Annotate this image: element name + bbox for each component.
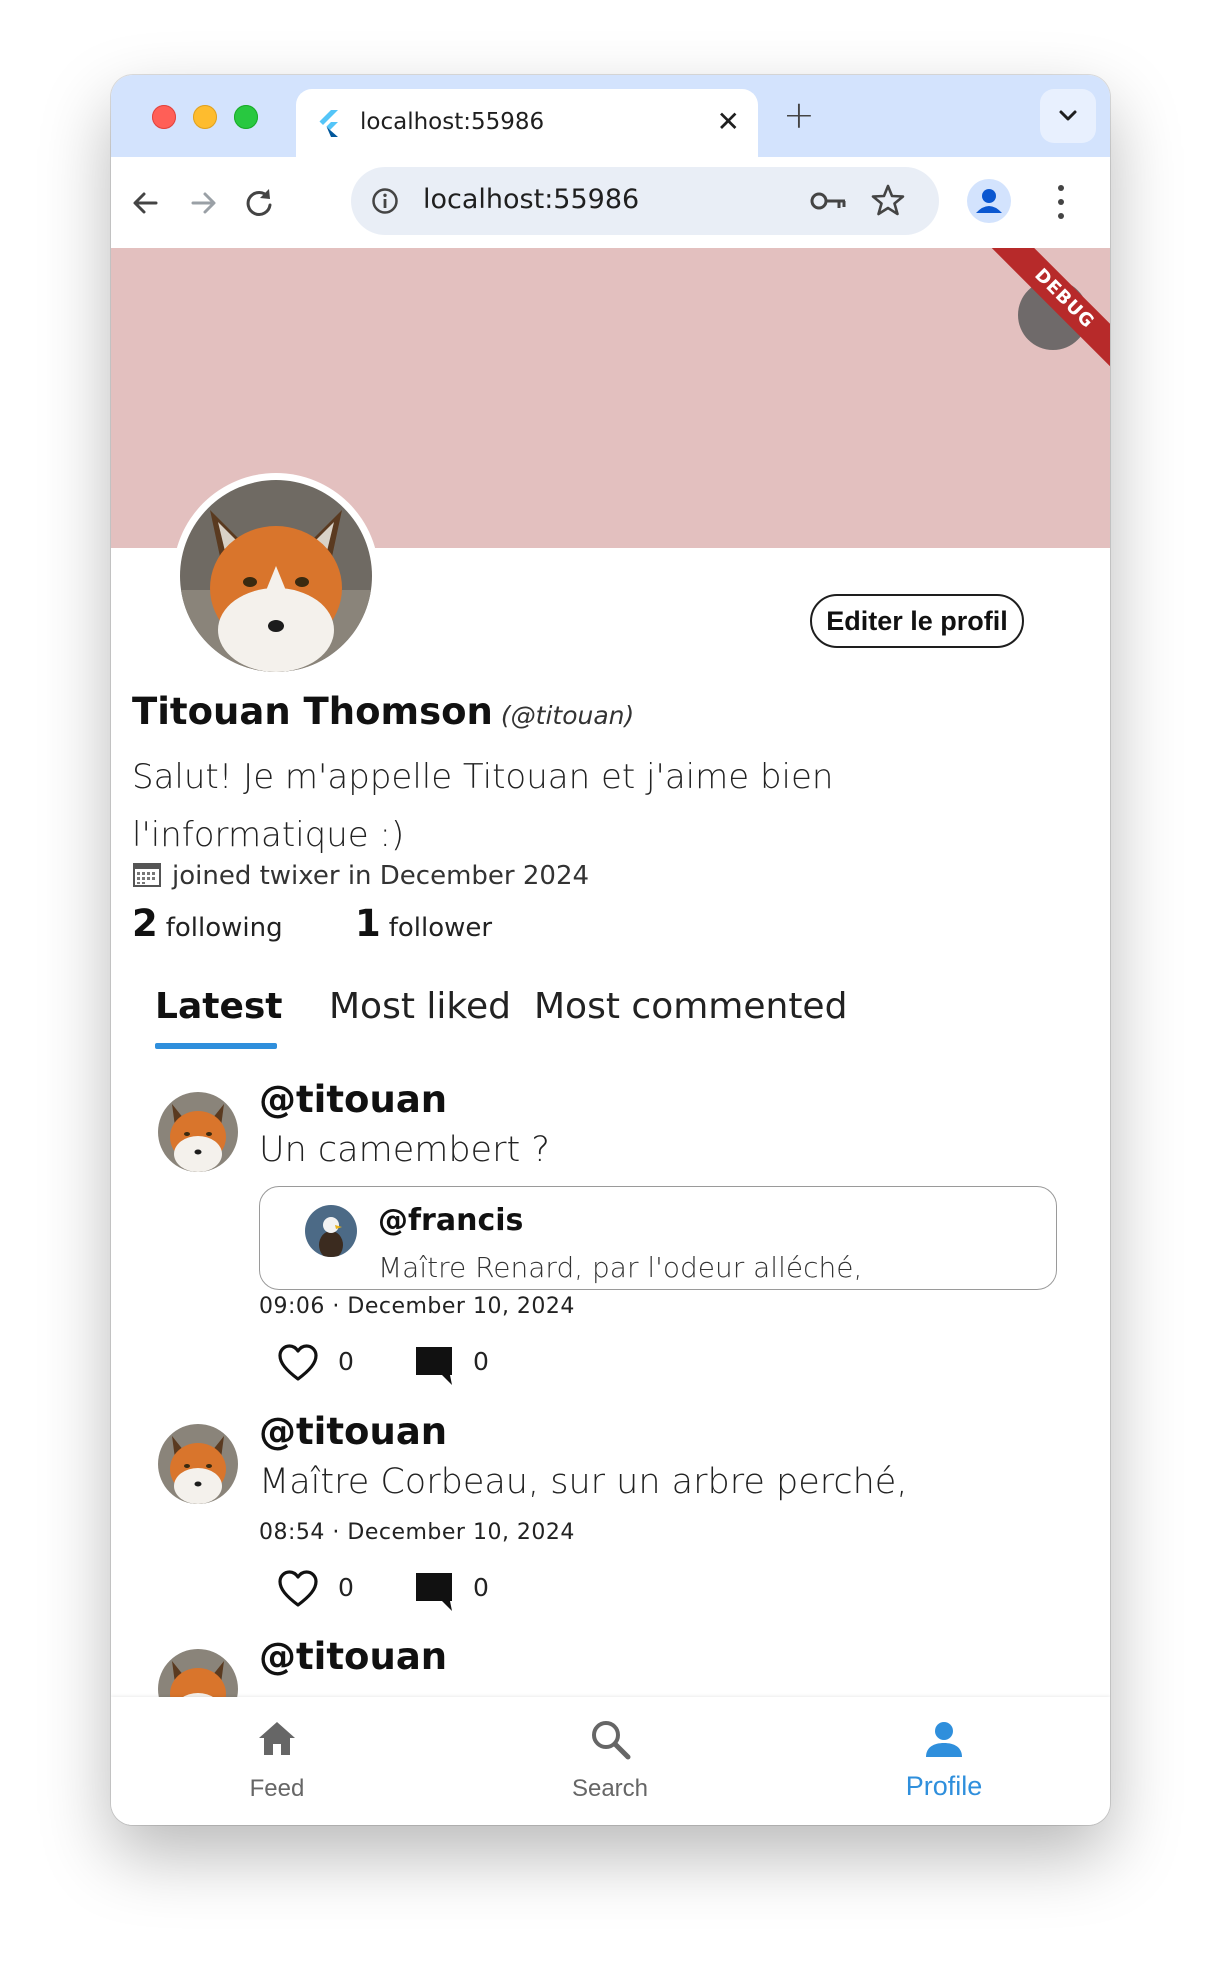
bookmark-star-icon[interactable] <box>871 183 905 217</box>
forward-arrow-icon[interactable] <box>183 183 223 223</box>
post-avatar[interactable] <box>158 1424 238 1504</box>
profile-avatar[interactable] <box>173 473 379 679</box>
comment-icon[interactable] <box>412 1343 456 1387</box>
tab-latest[interactable]: Latest <box>155 986 283 1027</box>
comment-count: 0 <box>473 1573 489 1602</box>
fox-avatar-image <box>158 1424 238 1504</box>
nav-search-label: Search <box>571 1775 649 1802</box>
maximize-window-button[interactable] <box>234 105 258 129</box>
profile-handle: (@titouan) <box>500 701 635 730</box>
quoted-text: Maître Renard, par l'odeur alléché, <box>378 1251 863 1284</box>
tab-search-button[interactable] <box>1040 89 1096 143</box>
joined-text: joined twixer in December 2024 <box>172 861 590 891</box>
heart-icon[interactable] <box>276 1567 320 1611</box>
profile-name-line: Titouan Thomson (@titouan) <box>132 690 634 733</box>
url-text[interactable]: localhost:55986 <box>423 184 639 215</box>
nav-search[interactable]: Search <box>510 1697 710 1825</box>
bottom-navigation: Feed Search Profile <box>111 1697 1110 1825</box>
tab-strip: localhost:55986 ✕ + <box>111 75 1110 157</box>
quoted-author-handle[interactable]: @francis <box>378 1203 523 1238</box>
post-author-handle[interactable]: @titouan <box>259 1635 447 1678</box>
key-icon[interactable] <box>809 187 849 215</box>
search-icon <box>592 1721 631 1760</box>
followers-stat[interactable]: 1 follower <box>355 902 492 945</box>
browser-profile-button[interactable] <box>967 179 1011 223</box>
browser-toolbar: localhost:55986 <box>111 157 1110 254</box>
post-text: Maître Corbeau, sur un arbre perché, <box>259 1462 908 1502</box>
active-tab-indicator <box>155 1043 277 1049</box>
joined-date-row: joined twixer in December 2024 <box>132 860 589 891</box>
nav-feed[interactable]: Feed <box>177 1697 377 1825</box>
nav-feed-label: Feed <box>249 1775 305 1802</box>
profile-bio: Salut! Je m'appelle Titouan et j'aime bi… <box>132 757 834 855</box>
post-avatar[interactable] <box>158 1092 238 1172</box>
app-viewport: DEBUG Editer le profil Titouan Thomson (@… <box>111 248 1110 1825</box>
following-label: following <box>165 913 283 943</box>
user-icon <box>976 189 1002 213</box>
post-author-handle[interactable]: @titouan <box>259 1410 447 1453</box>
minimize-window-button[interactable] <box>193 105 217 129</box>
back-arrow-icon[interactable] <box>126 183 166 223</box>
reload-icon[interactable] <box>239 183 279 223</box>
like-count: 0 <box>338 1347 354 1376</box>
browser-tab[interactable]: localhost:55986 ✕ <box>296 89 758 157</box>
browser-window: localhost:55986 ✕ + localhost:55986 DEBU… <box>111 75 1110 1825</box>
edit-profile-button[interactable]: Editer le profil <box>810 594 1024 648</box>
eagle-avatar-image <box>305 1205 357 1257</box>
tab-most-liked[interactable]: Most liked <box>329 986 511 1027</box>
close-window-button[interactable] <box>152 105 176 129</box>
fox-avatar-image <box>180 480 372 672</box>
new-tab-button[interactable]: + <box>783 95 815 135</box>
close-tab-icon[interactable]: ✕ <box>717 105 740 139</box>
quoted-post[interactable]: @francis Maître Renard, par l'odeur allé… <box>259 1186 1057 1290</box>
post-timestamp: 09:06 · December 10, 2024 <box>259 1294 575 1319</box>
address-bar[interactable]: localhost:55986 <box>351 167 939 235</box>
heart-icon[interactable] <box>276 1341 320 1385</box>
flutter-icon <box>319 110 338 137</box>
site-info-icon[interactable] <box>371 187 399 215</box>
profile-tabs: Latest Most liked Most commented <box>111 978 1110 1049</box>
tab-most-commented[interactable]: Most commented <box>534 986 847 1027</box>
comment-count: 0 <box>473 1347 489 1376</box>
post-text: Un camembert ? <box>259 1130 550 1170</box>
following-stat[interactable]: 2 following <box>132 902 283 945</box>
fox-avatar-image <box>158 1092 238 1172</box>
nav-profile-label: Profile <box>905 1771 983 1801</box>
followers-label: follower <box>388 913 493 943</box>
post-timestamp: 08:54 · December 10, 2024 <box>259 1520 575 1545</box>
person-icon <box>926 1722 962 1757</box>
calendar-icon <box>133 863 161 887</box>
quoted-avatar <box>305 1205 357 1257</box>
home-icon <box>259 1722 295 1755</box>
followers-count: 1 <box>355 902 381 945</box>
nav-profile[interactable]: Profile <box>844 1697 1044 1825</box>
like-count: 0 <box>338 1573 354 1602</box>
display-name: Titouan Thomson <box>132 690 493 733</box>
more-vert-icon[interactable] <box>1051 179 1071 225</box>
tab-title: localhost:55986 <box>360 109 545 135</box>
comment-icon[interactable] <box>412 1569 456 1613</box>
following-count: 2 <box>132 902 158 945</box>
chevron-down-icon <box>1059 110 1077 121</box>
post-author-handle[interactable]: @titouan <box>259 1078 447 1121</box>
